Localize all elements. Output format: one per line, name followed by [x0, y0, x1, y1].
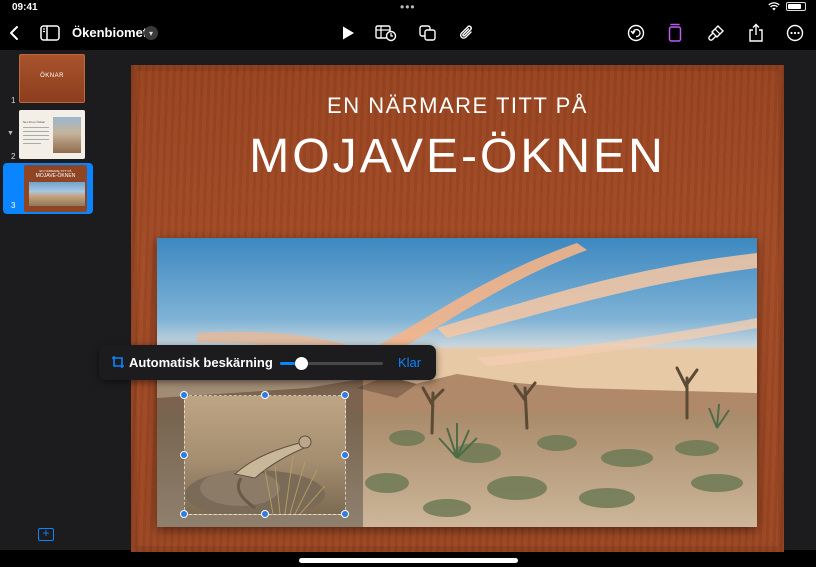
status-right: [768, 2, 806, 11]
slide-number: 3: [11, 201, 16, 210]
slide-preview-title: MOJAVE-ÖKNEN: [35, 173, 76, 179]
lizard-image-crop[interactable]: [180, 391, 349, 518]
slide-subtitle[interactable]: EN NÄRMARE TITT PÅ: [131, 93, 784, 119]
slide-title[interactable]: MOJAVE-ÖKNEN: [131, 129, 784, 184]
share-icon[interactable]: [744, 21, 768, 45]
crop-handle[interactable]: [341, 391, 349, 399]
text-lines: [23, 127, 49, 144]
undo-icon[interactable]: [624, 21, 648, 45]
slide-navigator: 1 ÖKNAR ▼ 2 Ner till en Öcken 3 EN NÄRMA…: [0, 50, 96, 550]
done-button[interactable]: Klar: [398, 355, 421, 370]
status-bar: 09:41 •••: [0, 0, 816, 16]
document-title[interactable]: Ökenbiomet: [72, 25, 147, 40]
crop-handle[interactable]: [261, 391, 269, 399]
sidebar-icon[interactable]: [38, 21, 62, 45]
play-icon[interactable]: [336, 21, 360, 45]
crop-handle[interactable]: [341, 451, 349, 459]
auto-crop-popover: Automatisk beskärning Klar: [99, 345, 436, 380]
thumbnail-photo: [29, 182, 85, 206]
crop-handle[interactable]: [341, 510, 349, 518]
attachment-icon[interactable]: [455, 21, 479, 45]
multitasking-dots[interactable]: •••: [400, 0, 416, 14]
chevron-down-icon[interactable]: ▾: [144, 26, 158, 40]
crop-handle[interactable]: [180, 451, 188, 459]
disclosure-triangle-icon[interactable]: ▼: [7, 130, 14, 137]
format-icon[interactable]: [663, 21, 687, 45]
home-indicator: [299, 558, 518, 563]
status-time: 09:41: [12, 2, 38, 13]
crop-handle[interactable]: [180, 510, 188, 518]
shapes-icon[interactable]: [416, 21, 440, 45]
slide-preview: ÖKNAR: [19, 54, 85, 103]
toolbar: Ökenbiomet ▾: [0, 16, 816, 50]
slide-preview-title: ÖKNAR: [40, 73, 64, 79]
battery-icon: [786, 2, 806, 11]
slide-preview-title: Ner till en Öcken: [23, 120, 46, 124]
back-icon[interactable]: [2, 21, 26, 45]
crop-handle[interactable]: [180, 391, 188, 399]
crop-zoom-slider[interactable]: [280, 357, 383, 370]
crop-handle[interactable]: [261, 510, 269, 518]
brush-icon[interactable]: [704, 21, 728, 45]
thumbnail-photo: [53, 117, 81, 153]
more-icon[interactable]: [783, 21, 807, 45]
auto-crop-label: Automatisk beskärning: [129, 355, 273, 370]
slide-number: 1: [11, 96, 16, 105]
slide-number: 2: [11, 152, 16, 161]
wifi-icon: [768, 2, 780, 11]
table-chart-icon[interactable]: [374, 21, 398, 45]
slide-thumbnail-3[interactable]: 3 EN NÄRMARE TITT PÅ MOJAVE-ÖKNEN: [3, 163, 93, 214]
slider-thumb[interactable]: [294, 357, 308, 370]
slide-preview: Ner till en Öcken: [19, 110, 85, 159]
crop-icon: [112, 356, 124, 368]
slide-preview: EN NÄRMARE TITT PÅ MOJAVE-ÖKNEN: [24, 165, 87, 212]
add-slide-button[interactable]: +: [38, 527, 54, 541]
